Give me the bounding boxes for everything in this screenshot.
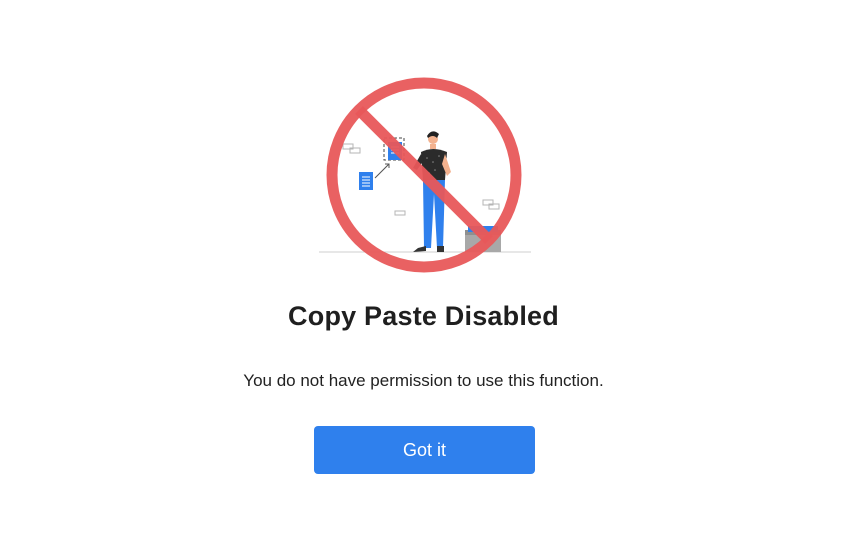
got-it-button[interactable]: Got it [314,426,535,474]
no-copy-paste-illustration [313,72,537,278]
dialog-message: You do not have permission to use this f… [243,371,604,390]
copy-paste-disabled-dialog: Copy Paste Disabled You do not have perm… [0,0,847,539]
prohibited-copy-icon [319,77,531,273]
dialog-title: Copy Paste Disabled [288,301,559,331]
